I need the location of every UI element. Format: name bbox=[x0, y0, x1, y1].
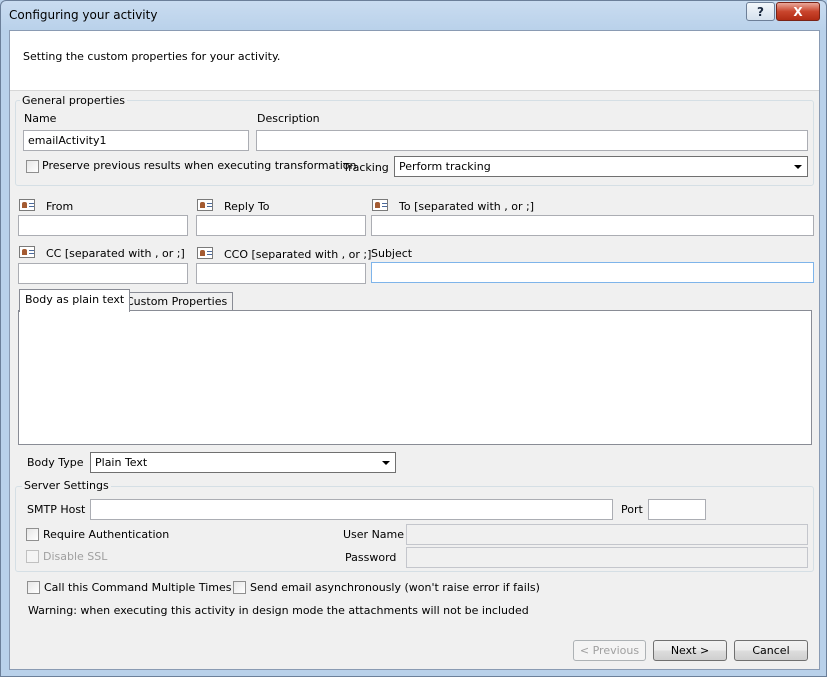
port-input[interactable] bbox=[648, 499, 706, 520]
cco-input[interactable] bbox=[196, 263, 366, 284]
username-label: User Name bbox=[343, 528, 405, 541]
description-label: Description bbox=[257, 112, 320, 125]
tab-body-plain-text[interactable]: Body as plain text bbox=[19, 289, 131, 312]
smtp-host-label: SMTP Host bbox=[27, 503, 86, 516]
multiple-times-checkbox[interactable] bbox=[27, 581, 40, 594]
preserve-results-checkbox[interactable] bbox=[26, 160, 39, 173]
cancel-button[interactable]: Cancel bbox=[734, 640, 808, 661]
reply-to-input[interactable] bbox=[196, 215, 366, 236]
preserve-results-label: Preserve previous results when executing… bbox=[42, 159, 357, 172]
name-label: Name bbox=[24, 112, 57, 125]
async-label: Send email asynchronously (won't raise e… bbox=[250, 581, 540, 594]
dialog-window: Configuring your activity ? X Setting th… bbox=[0, 0, 827, 677]
to-label: To [separated with , or ;] bbox=[399, 200, 534, 213]
address-book-icon[interactable] bbox=[19, 199, 35, 211]
header-panel: Setting the custom properties for your a… bbox=[10, 31, 819, 91]
require-auth-label: Require Authentication bbox=[43, 528, 170, 541]
subject-input[interactable] bbox=[371, 262, 814, 283]
port-label: Port bbox=[621, 503, 643, 516]
server-settings-title: Server Settings bbox=[22, 479, 111, 492]
previous-button[interactable]: < Previous bbox=[573, 640, 646, 661]
tab-custom-properties[interactable]: Custom Properties bbox=[120, 292, 234, 310]
reply-to-label: Reply To bbox=[224, 200, 270, 213]
password-input[interactable] bbox=[406, 547, 808, 568]
require-auth-checkbox[interactable] bbox=[26, 528, 39, 541]
disable-ssl-checkbox[interactable] bbox=[26, 550, 39, 563]
address-book-icon[interactable] bbox=[197, 247, 213, 259]
general-properties-title: General properties bbox=[20, 94, 127, 107]
next-button[interactable]: Next > bbox=[653, 640, 727, 661]
description-input[interactable] bbox=[256, 130, 808, 151]
chevron-down-icon bbox=[794, 165, 802, 169]
to-input[interactable] bbox=[371, 215, 814, 236]
async-checkbox[interactable] bbox=[233, 581, 246, 594]
from-input[interactable] bbox=[18, 215, 188, 236]
body-type-select[interactable]: Plain Text bbox=[90, 452, 396, 473]
header-description: Setting the custom properties for your a… bbox=[23, 50, 281, 63]
help-button[interactable]: ? bbox=[746, 2, 775, 21]
password-label: Password bbox=[345, 551, 397, 564]
body-textarea[interactable] bbox=[18, 310, 812, 445]
smtp-host-input[interactable] bbox=[90, 499, 613, 520]
cco-label: CCO [separated with , or ;] bbox=[224, 248, 372, 261]
address-book-icon[interactable] bbox=[197, 199, 213, 211]
cc-input[interactable] bbox=[18, 263, 188, 284]
address-book-icon[interactable] bbox=[19, 246, 35, 258]
tracking-select[interactable]: Perform tracking bbox=[394, 156, 808, 177]
disable-ssl-label: Disable SSL bbox=[43, 550, 108, 563]
username-input[interactable] bbox=[406, 524, 808, 545]
name-input[interactable]: emailActivity1 bbox=[23, 130, 249, 151]
dialog-client: Setting the custom properties for your a… bbox=[9, 30, 820, 670]
address-book-icon[interactable] bbox=[372, 199, 388, 211]
multiple-times-label: Call this Command Multiple Times bbox=[44, 581, 232, 594]
close-button[interactable]: X bbox=[776, 2, 820, 21]
design-mode-warning: Warning: when executing this activity in… bbox=[28, 604, 529, 617]
window-title: Configuring your activity bbox=[9, 8, 158, 22]
subject-label: Subject bbox=[371, 247, 413, 260]
cc-label: CC [separated with , or ;] bbox=[46, 247, 185, 260]
body-type-label: Body Type bbox=[27, 456, 84, 469]
from-label: From bbox=[46, 200, 74, 213]
body-type-value: Plain Text bbox=[95, 456, 148, 469]
tracking-value: Perform tracking bbox=[399, 160, 491, 173]
tracking-label: Tracking bbox=[343, 161, 389, 174]
title-bar[interactable]: Configuring your activity ? X bbox=[1, 1, 826, 30]
chevron-down-icon bbox=[382, 461, 390, 465]
